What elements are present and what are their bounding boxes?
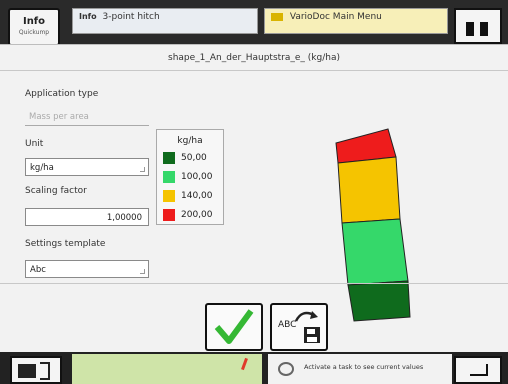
compass-needle-icon (241, 357, 248, 371)
info-quickump-button[interactable]: Info Quickump (8, 8, 60, 46)
zone-50 (347, 280, 411, 322)
info-button-label: Info (22, 16, 46, 27)
settings-template-label: Settings template (25, 239, 106, 249)
save-template-label: ABC (278, 320, 297, 330)
unit-label: Unit (25, 139, 44, 149)
settings-template-field[interactable]: Abc (25, 260, 149, 278)
dialog-footer-divider (0, 283, 508, 284)
return-button[interactable] (454, 356, 502, 384)
legend-entry: 140,00 (163, 190, 213, 204)
save-template-button[interactable]: ABC (270, 303, 328, 351)
application-type-field: Mass per area (25, 108, 149, 126)
legend-swatch (163, 209, 175, 221)
layout-toggle-button[interactable] (454, 8, 502, 44)
zone-140 (337, 156, 401, 224)
legend-value: 140,00 (181, 191, 213, 201)
unit-value: kg/ha (30, 163, 54, 173)
scaling-factor-field[interactable]: 1,00000 (25, 208, 149, 226)
shape-settings-dialog: shape_1_An_der_Hauptstra_e_ (kg/ha) Appl… (0, 44, 508, 352)
checkmark-icon (214, 309, 254, 344)
dropdown-corner-icon (140, 167, 145, 172)
legend-entry: 100,00 (163, 171, 213, 185)
legend-unit: kg/ha (177, 136, 203, 146)
dialog-title: shape_1_An_der_Hauptstra_e_ (kg/ha) (0, 45, 508, 71)
settings-template-value: Abc (30, 265, 46, 275)
rate-legend: kg/ha 50,00 100,00 140,00 200,00 (156, 129, 224, 225)
field-map-preview (72, 354, 262, 384)
legend-swatch (163, 190, 175, 202)
legend-value: 100,00 (181, 172, 213, 182)
layout-icon (480, 22, 488, 36)
legend-swatch (163, 171, 175, 183)
unit-field[interactable]: kg/ha (25, 158, 149, 176)
legend-value: 200,00 (181, 210, 213, 220)
exit-button[interactable] (10, 356, 62, 384)
application-type-label: Application type (25, 89, 99, 99)
legend-swatch (163, 152, 175, 164)
legend-value: 50,00 (181, 153, 207, 163)
dropdown-corner-icon (140, 269, 145, 274)
tab-label: VarioDoc Main Menu (289, 12, 382, 22)
application-type-value: Mass per area (29, 112, 89, 122)
info-button-sublabel: Quickump (18, 29, 50, 36)
status-hint-text: Activate a task to see current values (304, 363, 424, 371)
task-icon (278, 362, 294, 376)
legend-entry: 200,00 (163, 209, 213, 223)
tab-3-point-hitch[interactable]: Info 3-point hitch (72, 8, 258, 34)
info-badge: Info (79, 12, 97, 21)
return-icon (470, 364, 488, 376)
variodoc-icon (271, 12, 283, 21)
layout-icon (466, 22, 474, 36)
tab-variodoc-main-menu[interactable]: VarioDoc Main Menu (264, 8, 448, 34)
field-shape-map (335, 128, 411, 322)
scaling-factor-label: Scaling factor (25, 186, 87, 196)
exit-icon (18, 364, 36, 378)
status-hint: Activate a task to see current values (268, 354, 452, 384)
zone-100 (341, 218, 409, 286)
tab-label: 3-point hitch (102, 12, 160, 22)
legend-entry: 50,00 (163, 152, 207, 166)
door-icon (40, 362, 50, 380)
confirm-button[interactable] (205, 303, 263, 351)
scaling-factor-value: 1,00000 (106, 213, 142, 223)
